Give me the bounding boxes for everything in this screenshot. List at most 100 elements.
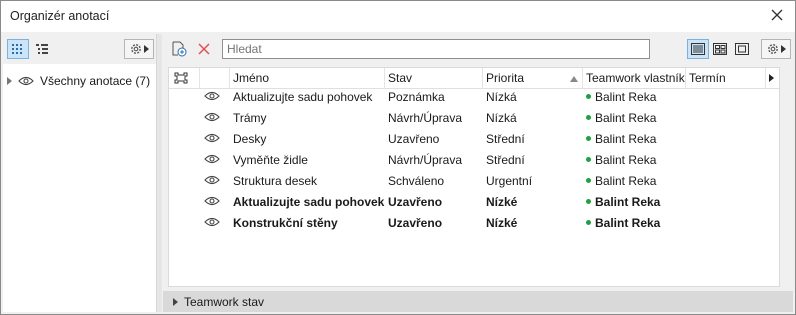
header-priority-label: Priorita [486,71,525,85]
header-owner[interactable]: Teamwork vlastník [583,68,686,88]
teamwork-status-panel[interactable]: Teamwork stav [163,291,793,312]
cell-status: Návrh/Úprava [388,153,463,167]
cell-owner: Balint Reka [583,108,686,129]
title-bar: Organizér anotací [1,1,795,32]
cell-owner: Balint Reka [583,150,686,171]
preview-frame-icon [735,43,749,55]
cell-owner: Balint Reka [583,87,686,108]
tree-item-label: Všechny anotace (7) [40,74,151,88]
cell-name: Trámy [233,111,267,125]
annotation-table: Jméno Stav Priorita Teamwork vlastník Te… [168,67,780,315]
online-status-dot [586,136,591,142]
cell-status: Uzavřeno [388,132,440,146]
cell-name: Struktura desek [233,174,318,188]
gear-icon [768,44,778,54]
cell-owner: Balint Reka [583,129,686,150]
cell-name: Aktualizujte sadu pohovek [233,195,385,209]
delete-button[interactable] [193,39,215,59]
header-scroll-right[interactable] [766,68,779,88]
cell-status: Uzavřeno [388,216,443,230]
cell-owner: Balint Reka [583,213,686,234]
cell-status: Uzavřeno [388,195,443,209]
new-annotation-icon [172,41,187,57]
cell-priority: Střední [486,132,525,146]
right-pane: Jméno Stav Priorita Teamwork vlastník Te… [163,34,793,315]
owner-name: Balint Reka [595,111,657,125]
pane-splitter[interactable] [157,34,162,312]
eye-icon[interactable] [204,217,220,227]
sort-ascending-icon [570,76,578,82]
teamwork-status-label: Teamwork stav [184,294,265,309]
new-annotation-button[interactable] [168,39,190,59]
table-row[interactable]: Konstrukční stěny Uzavřeno Nízké Balint Rek… [169,213,779,234]
owner-name: Balint Reka [595,153,657,167]
table-row[interactable]: Struktura desek Schváleno Urgentní Balint R… [169,171,779,192]
eye-icon[interactable] [204,196,220,206]
table-row[interactable]: Aktualizujte sadu pohovek Poznámka Nízká Ba… [169,87,779,108]
owner-name: Balint Reka [595,195,661,209]
close-button[interactable] [769,7,785,23]
header-marker-column[interactable] [169,68,200,88]
chevron-right-icon [781,45,786,53]
chevron-right-icon [769,74,774,82]
eye-icon[interactable] [18,76,34,86]
gear-icon [131,44,141,54]
tree-view-button[interactable] [31,39,53,59]
header-status[interactable]: Stav [385,68,483,88]
online-status-dot [586,115,591,121]
owner-name: Balint Reka [595,174,657,188]
cell-priority: Střední [486,153,525,167]
expand-arrow-icon[interactable] [173,297,178,306]
header-visibility-column[interactable] [200,68,230,88]
preview-view-button[interactable] [731,39,753,59]
list-view-button[interactable] [687,39,709,59]
close-icon [771,9,783,21]
eye-icon[interactable] [204,91,220,101]
expand-arrow-icon[interactable] [7,77,12,85]
online-status-dot [586,157,591,163]
eye-icon[interactable] [204,175,220,185]
marker-column-icon [174,72,188,84]
cell-name: Aktualizujte sadu pohovek [233,90,373,104]
left-toolbar [3,34,156,64]
online-status-dot [586,94,591,100]
owner-name: Balint Reka [595,216,661,230]
right-settings-dropdown[interactable] [761,39,791,59]
window-title: Organizér anotací [10,9,110,23]
header-priority[interactable]: Priorita [483,68,583,88]
cell-name: Desky [233,132,267,146]
owner-name: Balint Reka [595,132,657,146]
cell-priority: Nízká [486,90,517,104]
left-settings-dropdown[interactable] [124,39,154,59]
delete-x-icon [198,43,210,55]
eye-icon[interactable] [204,154,220,164]
annotation-organizer-window: Organizér anotací Všechny anotace (7) Hl… [0,0,796,315]
dots-grid-icon [12,44,22,54]
header-due[interactable]: Termín [686,68,766,88]
table-row[interactable]: Vyměňte židle Návrh/Úprava Střední Balint R… [169,150,779,171]
chevron-right-icon [144,45,149,53]
card-view-button[interactable] [709,39,731,59]
tree-list-icon [36,44,48,54]
cell-status: Návrh/Úprava [388,111,463,125]
owner-name: Balint Reka [595,90,657,104]
online-status-dot [586,178,591,184]
search-input[interactable] [222,39,650,59]
cell-name: Vyměňte židle [233,153,308,167]
grid-view-button[interactable] [7,39,29,59]
cell-priority: Nízká [486,111,517,125]
cell-status: Schváleno [388,174,445,188]
eye-icon[interactable] [204,112,220,122]
cell-status: Poznámka [388,90,445,104]
table-row[interactable]: Desky Uzavřeno Střední Balint Reka [169,129,779,150]
online-status-dot [586,220,591,226]
table-row[interactable]: Aktualizujte sadu pohovek Uzavřeno Nízké Ba… [169,192,779,213]
eye-icon[interactable] [204,133,220,143]
online-status-dot [586,199,591,205]
tree-item-all-annotations[interactable]: Všechny anotace (7) [7,72,150,90]
header-name[interactable]: Jméno [230,68,385,88]
table-row[interactable]: Trámy Návrh/Úprava Nízká Balint Reka [169,108,779,129]
list-lines-icon [691,43,705,55]
table-header: Jméno Stav Priorita Teamwork vlastník Te… [169,68,779,89]
cell-owner: Balint Reka [583,192,686,213]
